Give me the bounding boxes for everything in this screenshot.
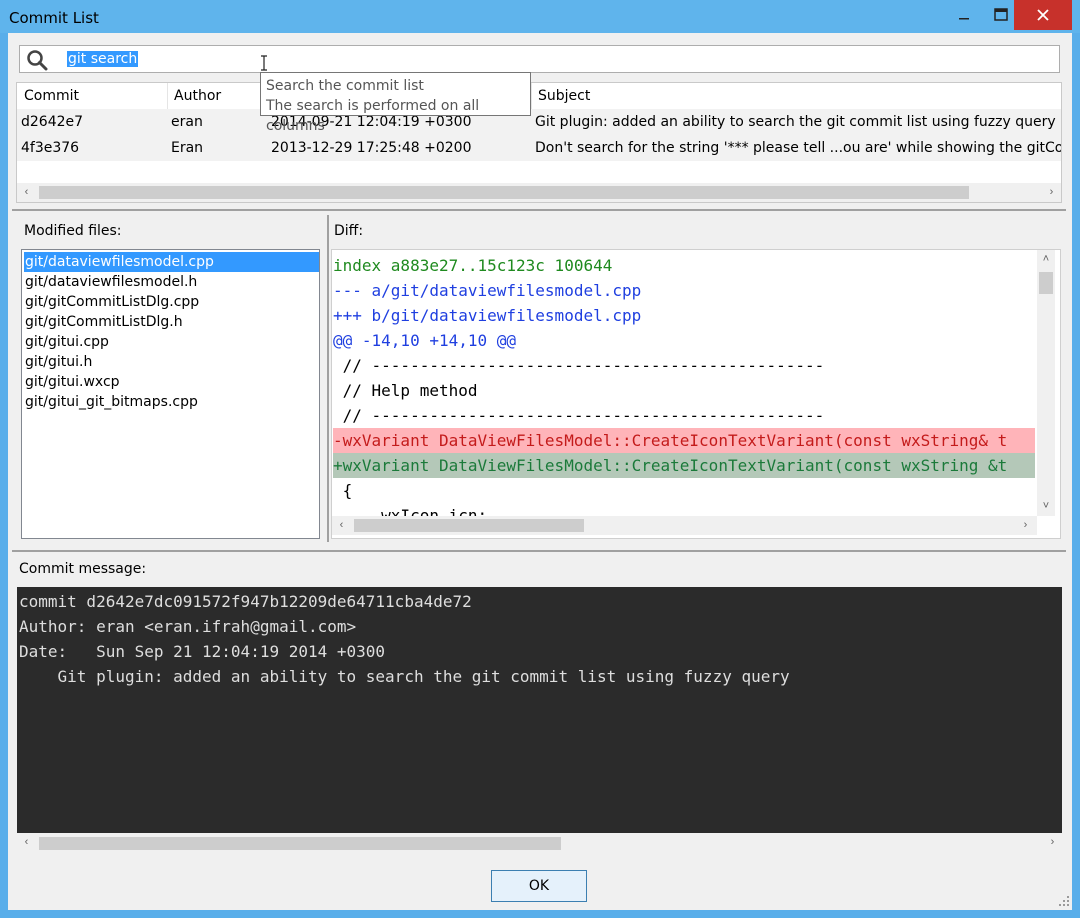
modified-files-list[interactable]: git/dataviewfilesmodel.cpp git/dataviewf… xyxy=(21,249,320,539)
diff-line: // Help method xyxy=(333,381,478,400)
cell-commit: d2642e7 xyxy=(21,114,84,130)
text-cursor-icon xyxy=(261,55,267,71)
scroll-down-icon[interactable]: ˅ xyxy=(1037,497,1055,515)
scroll-right-icon[interactable]: › xyxy=(1016,516,1035,535)
search-tooltip: Search the commit list The search is per… xyxy=(260,72,531,134)
commit-list[interactable]: Commit Author Subject d2642e7 eran 2014-… xyxy=(16,82,1062,203)
diff-vscrollbar[interactable]: ˄ ˅ xyxy=(1037,250,1055,516)
window-title: Commit List xyxy=(9,9,99,27)
search-icon xyxy=(27,50,48,71)
list-item[interactable]: git/gitCommitListDlg.h xyxy=(24,312,319,332)
commit-message-view[interactable]: commit d2642e7dc091572f947b12209de64711c… xyxy=(17,587,1062,852)
column-author[interactable]: Author xyxy=(174,88,221,104)
diff-line-added: +wxVariant DataViewFilesModel::CreateIco… xyxy=(333,453,1035,478)
commit-list-header: Commit Author Subject xyxy=(17,83,1061,110)
resize-grip-icon[interactable] xyxy=(1058,895,1070,907)
diff-viewer[interactable]: index a883e27..15c123c 100644 --- a/git/… xyxy=(331,249,1061,539)
scroll-left-icon[interactable]: ‹ xyxy=(17,183,36,202)
cell-subject: Don't search for the string '*** please … xyxy=(535,140,1062,156)
title-bar[interactable]: Commit List xyxy=(0,0,1080,33)
diff-hscrollbar[interactable]: ‹ › xyxy=(332,516,1037,535)
splitter-top[interactable] xyxy=(12,209,1066,211)
minimize-icon xyxy=(959,18,969,20)
diff-line: +++ b/git/dataviewfilesmodel.cpp xyxy=(333,306,642,325)
list-item[interactable]: git/gitui.h xyxy=(24,352,319,372)
search-text: git search xyxy=(67,51,139,67)
cell-date: 2013-12-29 17:25:48 +0200 xyxy=(271,140,472,156)
list-item[interactable]: git/dataviewfilesmodel.cpp xyxy=(24,252,319,272)
dialog-client: git search Commit Author Subject d2642e7… xyxy=(8,33,1072,910)
cell-author: Eran xyxy=(171,140,204,156)
cell-commit: 4f3e376 xyxy=(21,140,80,156)
diff-line: { xyxy=(333,481,353,500)
commit-list-hscrollbar[interactable]: ‹ › xyxy=(17,183,1061,202)
list-item[interactable]: git/dataviewfilesmodel.h xyxy=(24,272,319,292)
commit-message-line: commit d2642e7dc091572f947b12209de64711c… xyxy=(19,592,472,611)
tooltip-line-2: The search is performed on all columns xyxy=(266,98,480,134)
scroll-left-icon[interactable]: ‹ xyxy=(17,833,36,852)
list-item[interactable]: git/gitCommitListDlg.cpp xyxy=(24,292,319,312)
search-input[interactable]: git search xyxy=(19,45,1060,73)
diff-line: // -------------------------------------… xyxy=(333,356,825,375)
diff-line: @@ -14,10 +14,10 @@ xyxy=(333,331,517,350)
close-button[interactable] xyxy=(1014,0,1072,30)
table-row[interactable]: d2642e7 eran 2014-09-21 12:04:19 +0300 G… xyxy=(17,109,1061,135)
cell-author: eran xyxy=(171,114,203,130)
diff-line: index a883e27..15c123c 100644 xyxy=(333,256,613,275)
scrollbar-thumb[interactable] xyxy=(39,837,561,850)
maximize-icon xyxy=(994,8,1008,21)
scrollbar-thumb[interactable] xyxy=(354,519,584,532)
commit-message-line: Date: Sun Sep 21 12:04:19 2014 +0300 xyxy=(19,642,386,661)
commit-message-label: Commit message: xyxy=(19,561,147,577)
scrollbar-thumb[interactable] xyxy=(39,186,969,199)
scroll-up-icon[interactable]: ˄ xyxy=(1037,250,1055,268)
commit-message-line: Git plugin: added an ability to search t… xyxy=(19,667,790,686)
scroll-left-icon[interactable]: ‹ xyxy=(332,516,351,535)
splitter-bottom[interactable] xyxy=(12,550,1066,552)
cell-subject: Git plugin: added an ability to search t… xyxy=(535,114,1056,130)
modified-files-label: Modified files: xyxy=(24,223,122,239)
commit-list-window: Commit List git search Commit Author Sub… xyxy=(0,0,1080,918)
commit-message-hscrollbar[interactable]: ‹ › xyxy=(17,833,1062,854)
table-row[interactable]: 4f3e376 Eran 2013-12-29 17:25:48 +0200 D… xyxy=(17,135,1062,161)
ok-button[interactable]: OK xyxy=(491,870,587,902)
diff-line: --- a/git/dataviewfilesmodel.cpp xyxy=(333,281,642,300)
diff-line: // -------------------------------------… xyxy=(333,406,825,425)
list-item[interactable]: git/gitui_git_bitmaps.cpp xyxy=(24,392,319,412)
scroll-right-icon[interactable]: › xyxy=(1042,183,1061,202)
commit-message-line: Author: eran <eran.ifrah@gmail.com> xyxy=(19,617,357,636)
splitter-vertical[interactable] xyxy=(327,215,329,542)
scrollbar-thumb[interactable] xyxy=(1039,272,1053,294)
column-subject[interactable]: Subject xyxy=(538,88,590,104)
list-item[interactable]: git/gitui.cpp xyxy=(24,332,319,352)
column-commit[interactable]: Commit xyxy=(24,88,79,104)
scroll-right-icon[interactable]: › xyxy=(1043,833,1062,852)
diff-line-removed: -wxVariant DataViewFilesModel::CreateIco… xyxy=(333,428,1035,453)
close-icon xyxy=(1037,9,1049,21)
diff-label: Diff: xyxy=(334,223,364,239)
list-item[interactable]: git/gitui.wxcp xyxy=(24,372,319,392)
tooltip-line-1: Search the commit list xyxy=(266,78,424,94)
